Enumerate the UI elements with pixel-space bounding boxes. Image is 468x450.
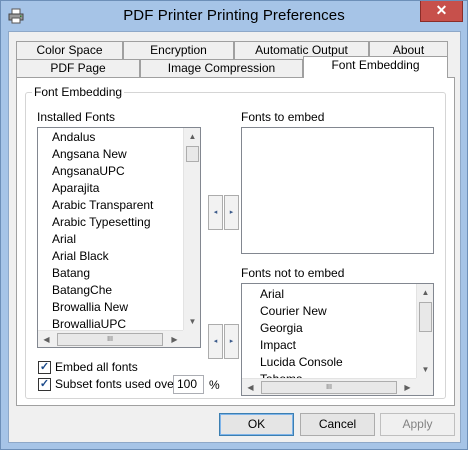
move-right-button[interactable]: ▸: [224, 195, 239, 230]
tab-color-space[interactable]: Color Space: [16, 41, 123, 60]
list-item[interactable]: Arabic Typesetting: [52, 214, 151, 231]
tab-font-embedding[interactable]: Font Embedding: [303, 56, 448, 78]
list-item[interactable]: Georgia: [260, 320, 303, 337]
tab-label: Encryption: [150, 43, 207, 57]
title-bar[interactable]: PDF Printer Printing Preferences ✕: [1, 1, 467, 31]
subset-fonts-label[interactable]: Subset fonts used over: [55, 377, 178, 391]
tab-label: About: [392, 43, 425, 57]
checkmark-icon: ✓: [39, 361, 50, 373]
cancel-button[interactable]: Cancel: [300, 413, 375, 436]
move-right-button[interactable]: ▸: [224, 324, 239, 359]
move-left-button[interactable]: ◂: [208, 195, 223, 230]
tab-label: PDF Page: [50, 61, 106, 75]
list-item[interactable]: Aparajita: [52, 180, 99, 197]
tab-encryption[interactable]: Encryption: [123, 41, 234, 60]
scroll-thumb[interactable]: III: [57, 333, 163, 346]
subset-threshold-input[interactable]: 100: [173, 375, 204, 394]
scroll-thumb[interactable]: [419, 302, 432, 332]
scroll-up-icon[interactable]: ▲: [417, 284, 433, 301]
scroll-thumb[interactable]: [186, 146, 199, 162]
dialog-client-area: Color Space Encryption Automatic Output …: [8, 31, 461, 443]
installed-fonts-label: Installed Fonts: [37, 110, 116, 124]
close-icon: ✕: [435, 2, 448, 18]
ok-button[interactable]: OK: [219, 413, 294, 436]
list-item[interactable]: Impact: [260, 337, 296, 354]
list-item[interactable]: Arial: [260, 286, 284, 303]
scroll-thumb[interactable]: III: [261, 381, 397, 394]
fonts-to-embed-label: Fonts to embed: [241, 110, 325, 124]
installed-horizontal-scrollbar[interactable]: ◀ III ▶: [38, 330, 183, 347]
installed-vertical-scrollbar[interactable]: ▲ ▼: [183, 128, 200, 330]
scroll-left-icon[interactable]: ◀: [38, 331, 55, 347]
fonts-to-embed-list[interactable]: [241, 127, 434, 254]
installed-fonts-list[interactable]: Andalus Angsana New AngsanaUPC Aparajita…: [37, 127, 201, 348]
tab-pdf-page[interactable]: PDF Page: [16, 59, 140, 78]
group-label: Font Embedding: [32, 85, 125, 99]
embed-all-fonts-label[interactable]: Embed all fonts: [55, 360, 138, 374]
font-embedding-panel: Font Embedding Installed Fonts Andalus A…: [16, 77, 455, 406]
percent-unit-label: %: [209, 378, 220, 392]
tab-label: Image Compression: [167, 61, 276, 75]
move-left-button[interactable]: ◂: [208, 324, 223, 359]
tab-label: Automatic Output: [255, 43, 348, 57]
fonts-not-to-embed-list[interactable]: Arial Courier New Georgia Impact Lucida …: [241, 283, 434, 396]
scroll-down-icon[interactable]: ▼: [184, 313, 200, 330]
list-item[interactable]: AngsanaUPC: [52, 163, 125, 180]
scroll-right-icon[interactable]: ▶: [399, 379, 416, 395]
scroll-up-icon[interactable]: ▲: [184, 128, 200, 145]
preferences-window: PDF Printer Printing Preferences ✕ Color…: [0, 0, 468, 450]
arrow-left-icon: ◂: [213, 209, 218, 216]
list-item[interactable]: Andalus: [52, 129, 95, 146]
scroll-down-icon[interactable]: ▼: [417, 361, 433, 378]
fonts-not-to-embed-label: Fonts not to embed: [241, 266, 345, 280]
checkmark-icon: ✓: [39, 378, 50, 390]
scroll-corner: [416, 378, 433, 395]
subset-fonts-checkbox[interactable]: ✓: [38, 378, 51, 391]
tab-image-compression[interactable]: Image Compression: [140, 59, 303, 78]
list-item[interactable]: Browallia New: [52, 299, 128, 316]
list-item[interactable]: Batang: [52, 265, 90, 282]
apply-button[interactable]: Apply: [380, 413, 455, 436]
scroll-corner: [183, 330, 200, 347]
arrow-right-icon: ▸: [229, 338, 234, 345]
tab-label: Font Embedding: [331, 58, 420, 72]
list-item[interactable]: Arabic Transparent: [52, 197, 153, 214]
list-item[interactable]: BatangChe: [52, 282, 112, 299]
not-embed-vertical-scrollbar[interactable]: ▲ ▼: [416, 284, 433, 378]
list-item[interactable]: Lucida Console: [260, 354, 343, 371]
scroll-left-icon[interactable]: ◀: [242, 379, 259, 395]
embed-all-fonts-checkbox[interactable]: ✓: [38, 361, 51, 374]
list-item[interactable]: Arial Black: [52, 248, 109, 265]
list-item[interactable]: Angsana New: [52, 146, 127, 163]
tab-label: Color Space: [36, 43, 103, 57]
list-item[interactable]: Courier New: [260, 303, 327, 320]
window-title: PDF Printer Printing Preferences: [123, 7, 345, 24]
arrow-left-icon: ◂: [213, 338, 218, 345]
not-embed-horizontal-scrollbar[interactable]: ◀ III ▶: [242, 378, 416, 395]
scroll-right-icon[interactable]: ▶: [166, 331, 183, 347]
close-button[interactable]: ✕: [420, 1, 463, 22]
list-item[interactable]: Arial: [52, 231, 76, 248]
arrow-right-icon: ▸: [229, 209, 234, 216]
